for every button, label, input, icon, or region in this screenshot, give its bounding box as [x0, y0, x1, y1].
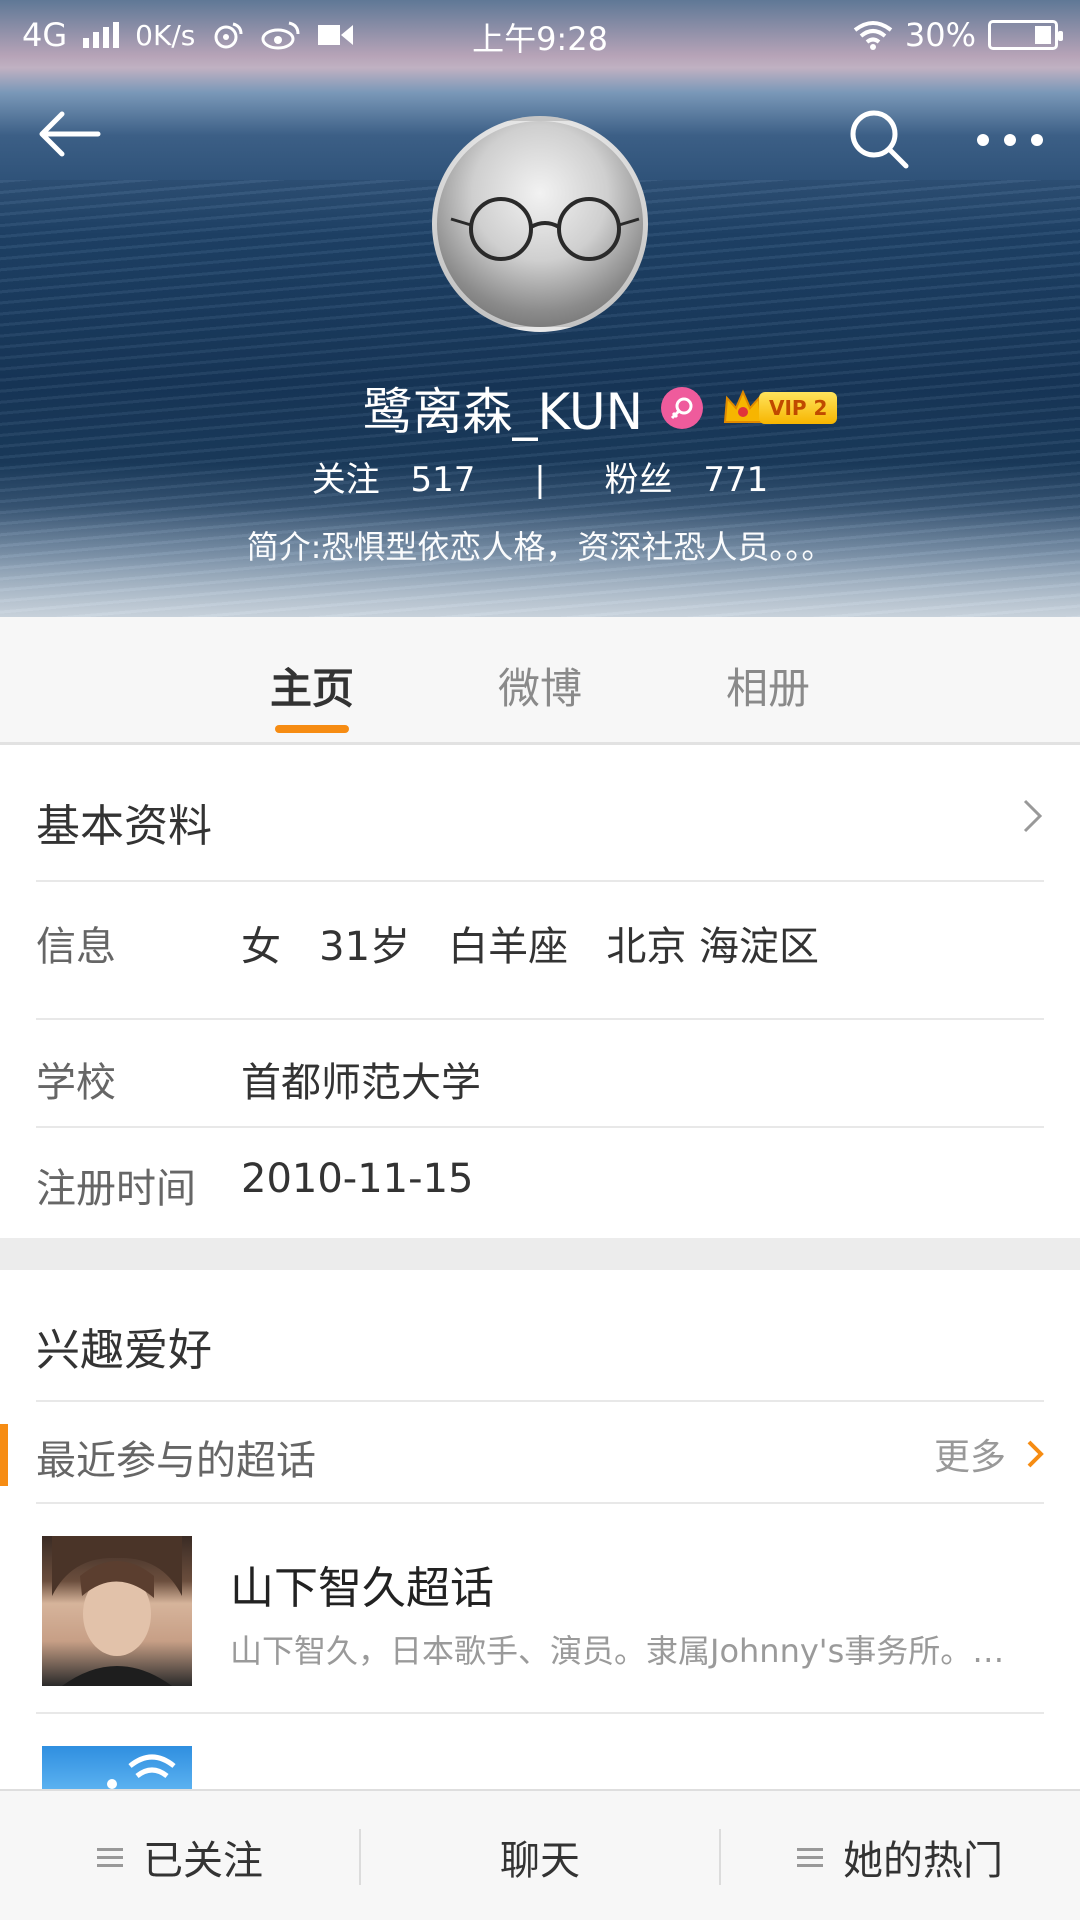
- school-value: 首都师范大学: [241, 1060, 481, 1106]
- avatar[interactable]: [432, 116, 648, 332]
- her-hot-label: 她的热门: [843, 1838, 1003, 1884]
- super-topic-label: 最近参与的超话: [36, 1438, 316, 1484]
- back-button[interactable]: [36, 110, 102, 162]
- interests-section: 兴趣爱好 最近参与的超话 更多 山下智久超话 山下智久，日本歌手、演员。隶属Jo…: [0, 1270, 1080, 1789]
- profile-cover: 4G 0K/s 上午9:28 30% 鹭离森_KUN VIP 2 关注 517 …: [0, 0, 1080, 617]
- school-row: 学校 首都师范大学: [36, 1020, 1044, 1128]
- topic-thumbnail: [42, 1536, 192, 1686]
- search-button[interactable]: [848, 108, 910, 174]
- her-hot-button[interactable]: 她的热门: [720, 1831, 1080, 1884]
- profile-name: 鹭离森_KUN: [362, 383, 643, 441]
- chevron-right-orange-icon: [1027, 1440, 1044, 1468]
- super-topic-header[interactable]: 最近参与的超话 更多: [36, 1402, 1044, 1504]
- more-button[interactable]: [976, 132, 1044, 151]
- menu-icon: [97, 1843, 123, 1872]
- profile-name-row: 鹭离森_KUN VIP 2: [0, 372, 1080, 444]
- topic-thumbnail-partial: [42, 1746, 192, 1789]
- female-gender-icon: [660, 387, 703, 429]
- basic-info-section: 基本资料 信息 女 31岁 白羊座 北京 海淀区 学校 首都师范大学 注册时间 …: [0, 748, 1080, 1238]
- interests-title: 兴趣爱好: [36, 1325, 212, 1376]
- chat-label: 聊天: [500, 1838, 580, 1884]
- followers-link[interactable]: 粉丝 771: [595, 460, 779, 500]
- glasses-icon: [450, 197, 640, 261]
- register-date-value: 2010-11-15: [241, 1156, 474, 1202]
- topic-title: 山下智久超话: [230, 1563, 494, 1614]
- info-value: 女 31岁 白羊座 北京 海淀区: [241, 924, 820, 970]
- school-label: 学校: [36, 1060, 116, 1106]
- more-label: 更多: [933, 1437, 1006, 1478]
- followers-count: 771: [703, 460, 769, 500]
- basic-info-title: 基本资料: [36, 801, 212, 852]
- tab-indicator: [275, 725, 349, 733]
- wifi-icon: [853, 21, 893, 50]
- chat-button[interactable]: 聊天: [360, 1831, 720, 1884]
- wifi-logo-icon: [107, 1754, 176, 1789]
- section-divider: [0, 1238, 1080, 1270]
- tab-weibo[interactable]: 微博: [460, 655, 620, 716]
- following-link[interactable]: 关注 517: [302, 460, 486, 500]
- interests-header: 兴趣爱好: [36, 1270, 1044, 1402]
- menu-icon: [797, 1843, 823, 1872]
- followers-label: 粉丝: [604, 460, 673, 500]
- info-row: 信息 女 31岁 白羊座 北京 海淀区: [36, 882, 1044, 1020]
- search-icon: [850, 110, 909, 169]
- battery-icon: [988, 20, 1063, 50]
- tab-home[interactable]: 主页: [232, 655, 392, 716]
- status-bar: 4G 0K/s 上午9:28 30%: [0, 0, 1080, 70]
- register-date-row: 注册时间 2010-11-15: [36, 1128, 1044, 1238]
- battery-percent: 30%: [904, 16, 976, 54]
- tab-album[interactable]: 相册: [688, 655, 848, 716]
- more-dots-icon: [977, 134, 1043, 146]
- person-photo-icon: [52, 1536, 182, 1686]
- back-arrow-icon: [39, 111, 101, 157]
- following-count: 517: [410, 460, 476, 500]
- followed-button[interactable]: 已关注: [0, 1831, 360, 1884]
- basic-info-header[interactable]: 基本资料: [36, 748, 1044, 882]
- profile-bio: 简介:恐惧型依恋人格，资深社恐人员。。。: [246, 528, 834, 566]
- more-link[interactable]: 更多: [934, 1428, 1044, 1480]
- accent-marker: [0, 1424, 8, 1486]
- register-date-label: 注册时间: [36, 1166, 196, 1212]
- vip-badge[interactable]: VIP 2: [721, 388, 838, 428]
- following-label: 关注: [311, 460, 380, 500]
- follow-stats: 关注 517 | 粉丝 771: [0, 452, 1080, 501]
- stats-separator: |: [534, 460, 546, 500]
- chevron-right-icon: [1023, 799, 1043, 833]
- profile-tabs: 主页 微博 相册: [0, 617, 1080, 745]
- followed-label: 已关注: [143, 1838, 263, 1884]
- info-label: 信息: [36, 924, 116, 970]
- topic-description: 山下智久，日本歌手、演员。隶属Johnny's事务所。…: [230, 1632, 1005, 1670]
- bottom-action-bar: 已关注 聊天 她的热门: [0, 1789, 1080, 1920]
- vip-label: VIP 2: [758, 392, 838, 424]
- super-topic-item[interactable]: 山下智久超话 山下智久，日本歌手、演员。隶属Johnny's事务所。…: [36, 1504, 1044, 1714]
